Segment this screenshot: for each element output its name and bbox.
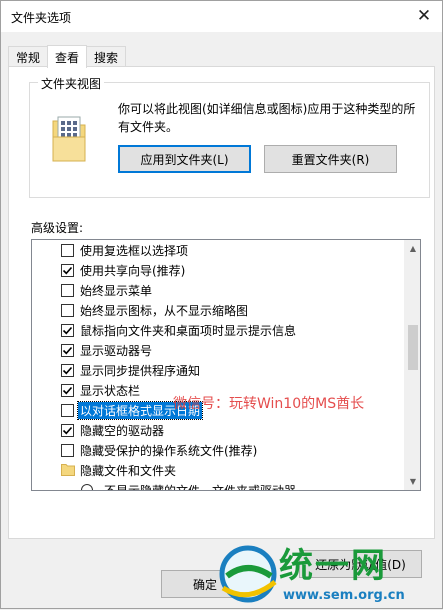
- folder-options-window: 文件夹选项 ✕ 常规 查看 搜索 文件夹视图 你可以将此视图(如详细信息或图标)…: [0, 0, 443, 609]
- list-item-label: 始终显示图标，从不显示缩略图: [80, 303, 249, 318]
- checkbox[interactable]: [61, 284, 74, 297]
- list-item-selected[interactable]: 以对话框格式显示日期: [32, 400, 406, 420]
- list-item-label: 以对话框格式显示日期: [76, 400, 204, 420]
- checkbox[interactable]: [61, 444, 74, 457]
- list-item-label: 隐藏空的驱动器: [80, 423, 165, 438]
- ok-button[interactable]: 确定: [161, 570, 249, 598]
- checkmark-icon: [62, 426, 73, 435]
- reset-folders-button[interactable]: 重置文件夹(R): [264, 145, 397, 173]
- list-item[interactable]: 隐藏空的驱动器: [32, 420, 406, 440]
- checkbox[interactable]: [61, 324, 74, 337]
- checkmark-icon: [62, 326, 73, 335]
- folder-icon: [61, 463, 75, 479]
- checkbox[interactable]: [61, 404, 74, 417]
- close-button[interactable]: ✕: [412, 5, 436, 27]
- tab-strip: 常规 查看 搜索: [8, 45, 127, 68]
- tab-search[interactable]: 搜索: [86, 46, 127, 67]
- folder-view-group: 文件夹视图 你可以将此视图(如详细信息或图标)应用于这种类型的所有文件夹。 应用…: [29, 75, 430, 198]
- checkmark-icon: [62, 266, 73, 275]
- tab-view[interactable]: 查看: [47, 45, 88, 68]
- list-item[interactable]: 始终显示图标，从不显示缩略图: [32, 300, 406, 320]
- list-item[interactable]: 显示驱动器号: [32, 340, 406, 360]
- tab-view-label: 查看: [55, 50, 80, 65]
- scroll-down-arrow-icon[interactable]: ▼: [405, 473, 420, 490]
- list-item[interactable]: 鼠标指向文件夹和桌面项时显示提示信息: [32, 320, 406, 340]
- checkbox[interactable]: [61, 344, 74, 357]
- list-item[interactable]: 使用共享向导(推荐): [32, 260, 406, 280]
- close-icon: ✕: [416, 6, 432, 26]
- list-item-label: 显示同步提供程序通知: [80, 363, 201, 378]
- checkbox[interactable]: [61, 304, 74, 317]
- list-item[interactable]: 使用复选框以选择项: [32, 240, 406, 260]
- list-item-label: 始终显示菜单: [80, 283, 153, 298]
- checkmark-icon: [62, 346, 73, 355]
- advanced-settings-items: 使用复选框以选择项 使用共享向导(推荐) 始终显示菜单 始终显示图标，从不显示缩…: [32, 240, 406, 491]
- list-item-label: 使用复选框以选择项: [80, 243, 189, 258]
- list-item[interactable]: 始终显示菜单: [32, 280, 406, 300]
- apply-to-folders-button[interactable]: 应用到文件夹(L): [118, 145, 251, 173]
- list-item-label: 使用共享向导(推荐): [80, 263, 186, 278]
- list-item[interactable]: 显示同步提供程序通知: [32, 360, 406, 380]
- checkbox[interactable]: [61, 424, 74, 437]
- scrollbar-thumb[interactable]: [408, 325, 418, 370]
- view-tab-panel: 文件夹视图 你可以将此视图(如详细信息或图标)应用于这种类型的所有文件夹。 应用…: [8, 66, 435, 578]
- folder-view-title: 文件夹视图: [38, 75, 105, 92]
- tab-general[interactable]: 常规: [8, 46, 49, 67]
- restore-defaults-label: 还原为默认值(D): [315, 557, 406, 572]
- list-item-label: 显示状态栏: [80, 383, 141, 398]
- reset-folders-label: 重置文件夹(R): [291, 152, 370, 167]
- list-item-folder: 隐藏文件和文件夹: [32, 460, 406, 480]
- ok-button-label: 确定: [192, 577, 217, 592]
- window-title: 文件夹选项: [11, 11, 72, 25]
- list-item-label: 隐藏文件和文件夹: [80, 463, 177, 478]
- list-item[interactable]: 显示状态栏: [32, 380, 406, 400]
- list-item-label: 鼠标指向文件夹和桌面项时显示提示信息: [80, 323, 297, 338]
- advanced-settings-list[interactable]: 使用复选框以选择项 使用共享向导(推荐) 始终显示菜单 始终显示图标，从不显示缩…: [31, 239, 421, 491]
- list-item[interactable]: 隐藏受保护的操作系统文件(推荐): [32, 440, 406, 460]
- list-item[interactable]: 不显示隐藏的文件、文件夹或驱动器: [32, 480, 406, 491]
- vertical-scrollbar[interactable]: ▲ ▼: [404, 240, 420, 490]
- checkbox[interactable]: [61, 244, 74, 257]
- tab-general-label: 常规: [16, 50, 41, 65]
- dialog-client: 常规 查看 搜索 文件夹视图 你可以将此视图(如详细信息或图标)应用于这种类型的…: [1, 32, 442, 608]
- checkmark-icon: [62, 366, 73, 375]
- list-item-label: 显示驱动器号: [80, 343, 153, 358]
- advanced-settings-label: 高级设置:: [31, 221, 84, 235]
- title-bar[interactable]: 文件夹选项 ✕: [1, 1, 442, 32]
- checkbox[interactable]: [61, 264, 74, 277]
- checkmark-icon: [62, 386, 73, 395]
- radio-button[interactable]: [81, 484, 93, 490]
- list-item-label: 不显示隐藏的文件、文件夹或驱动器: [104, 483, 297, 491]
- folder-view-icon: [51, 115, 87, 166]
- list-item-label: 隐藏受保护的操作系统文件(推荐): [80, 443, 258, 458]
- scroll-up-arrow-icon[interactable]: ▲: [405, 240, 420, 257]
- tab-search-label: 搜索: [94, 50, 119, 65]
- apply-to-folders-label: 应用到文件夹(L): [140, 152, 229, 167]
- restore-defaults-button[interactable]: 还原为默认值(D): [299, 550, 422, 578]
- checkbox[interactable]: [61, 364, 74, 377]
- checkbox[interactable]: [61, 384, 74, 397]
- folder-view-description: 你可以将此视图(如详细信息或图标)应用于这种类型的所有文件夹。: [118, 102, 416, 134]
